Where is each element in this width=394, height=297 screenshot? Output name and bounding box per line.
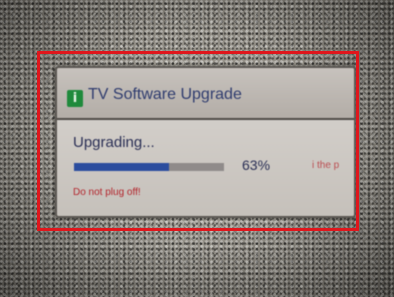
highlight-frame [37,51,359,231]
tv-screen-photo: i TV Software Upgrade Upgrading... 63% i… [0,0,394,297]
